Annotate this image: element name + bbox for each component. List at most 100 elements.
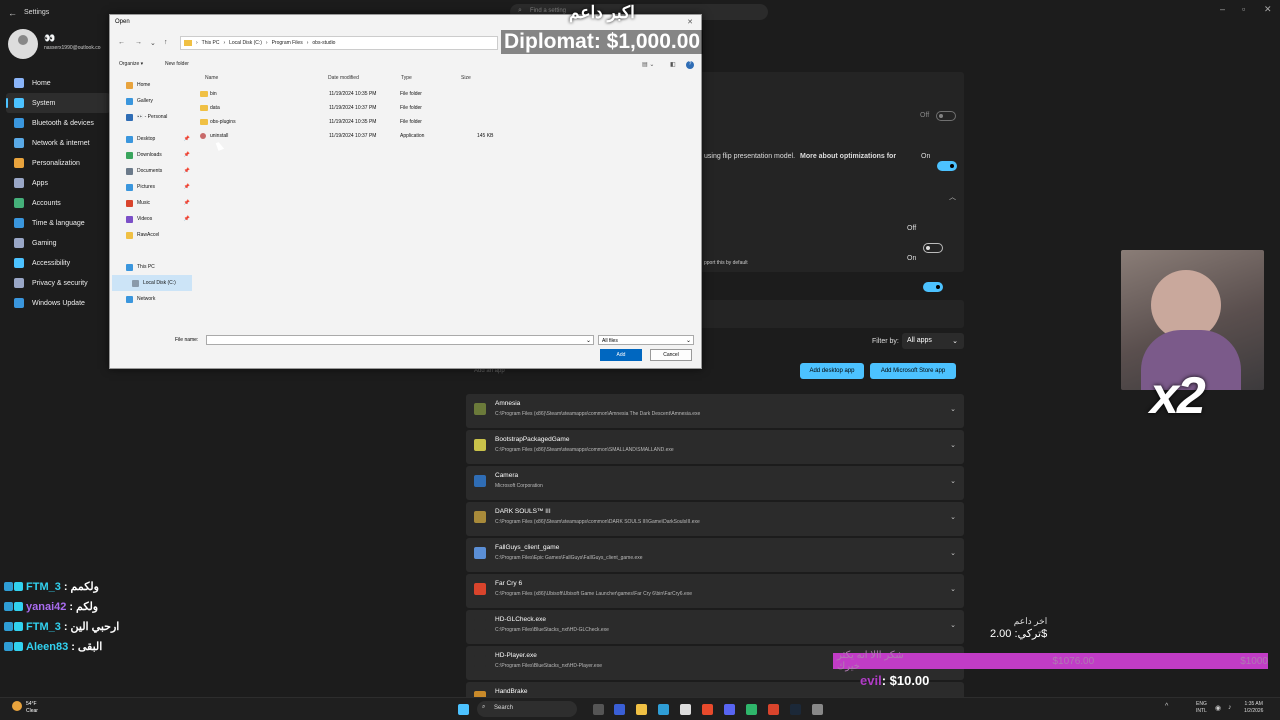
recent-chevron-icon[interactable]: ⌄ xyxy=(150,39,156,47)
app-row[interactable]: BootstrapPackagedGame C:\Program Files (x… xyxy=(466,430,964,464)
tree-item[interactable]: 👀 - Personal xyxy=(112,109,192,125)
pin-icon[interactable]: 📌 xyxy=(184,168,190,174)
app-row[interactable]: HD-GLCheck.exe C:\Program Files\BlueStack… xyxy=(466,610,964,644)
chevron-down-icon[interactable]: ⌄ xyxy=(950,549,956,557)
sidebar-item-accessibility[interactable]: Accessibility xyxy=(6,253,110,273)
sidebar-item-home[interactable]: Home xyxy=(6,73,110,93)
copilot-icon[interactable] xyxy=(614,704,625,715)
dialog-close-icon[interactable]: ✕ xyxy=(687,18,693,26)
language-indicator[interactable]: ENG INTL xyxy=(1196,701,1207,715)
tree-item[interactable]: RawAccel xyxy=(112,227,192,243)
toggle-3[interactable] xyxy=(923,243,943,253)
file-row[interactable]: data 11/19/2024 10:37 PM File folder xyxy=(200,101,510,115)
pin-icon[interactable]: 📌 xyxy=(184,200,190,206)
tree-item[interactable]: Music 📌 xyxy=(112,195,192,211)
tree-item[interactable]: Videos 📌 xyxy=(112,211,192,227)
toggle-4[interactable] xyxy=(923,282,943,292)
flip-link[interactable]: More about optimizations for xyxy=(800,153,896,160)
breadcrumb-obs-studio[interactable]: obs-studio xyxy=(312,40,335,46)
avatar[interactable] xyxy=(8,29,38,59)
chevron-down-icon[interactable]: ⌄ xyxy=(950,441,956,449)
app-icon[interactable] xyxy=(746,704,757,715)
new-folder-button[interactable]: New folder xyxy=(165,61,189,67)
file-row[interactable]: obs-plugins 11/19/2024 10:35 PM File folde… xyxy=(200,115,510,129)
weather-widget[interactable]: 54°F Clear xyxy=(26,701,38,715)
sidebar-item-apps[interactable]: Apps xyxy=(6,173,110,193)
chevron-down-icon[interactable]: ⌄ xyxy=(950,513,956,521)
app-row[interactable]: FallGuys_client_game C:\Program Files\Epi… xyxy=(466,538,964,572)
add-button[interactable]: Add xyxy=(600,349,642,361)
task-view-icon[interactable] xyxy=(593,704,604,715)
store-icon[interactable] xyxy=(680,704,691,715)
tree-item[interactable]: Network xyxy=(112,291,192,307)
sidebar-item-gaming[interactable]: Gaming xyxy=(6,233,110,253)
add-desktop-app-button[interactable]: Add desktop app xyxy=(800,363,864,379)
chrome-icon[interactable] xyxy=(768,704,779,715)
file-name-input[interactable]: ⌄ xyxy=(206,335,594,345)
sidebar-item-privacy-security[interactable]: Privacy & security xyxy=(6,273,110,293)
pin-icon[interactable]: 📌 xyxy=(184,152,190,158)
sidebar-item-time-language[interactable]: Time & language xyxy=(6,213,110,233)
up-icon[interactable]: ↑ xyxy=(164,39,168,46)
file-type-select[interactable]: All files ⌄ xyxy=(598,335,694,345)
toggle-2[interactable] xyxy=(937,161,957,171)
forward-icon[interactable]: → xyxy=(135,39,142,46)
app-row[interactable]: DARK SOULS™ III C:\Program Files (x86)\St… xyxy=(466,502,964,536)
col-name[interactable]: Name xyxy=(205,75,218,81)
minimize-icon[interactable]: – xyxy=(1220,4,1225,14)
close-icon[interactable]: ✕ xyxy=(1264,4,1272,15)
back-arrow-icon[interactable]: ← xyxy=(8,8,17,18)
pin-icon[interactable]: 📌 xyxy=(184,216,190,222)
chevron-down-icon[interactable]: ⌄ xyxy=(586,337,591,344)
back-icon[interactable]: ← xyxy=(118,39,125,46)
pin-icon[interactable]: 📌 xyxy=(184,136,190,142)
col-date[interactable]: Date modified xyxy=(328,75,359,81)
preview-pane-icon[interactable]: ◧ xyxy=(670,61,676,68)
app-row[interactable]: Camera Microsoft Corporation ⌄ xyxy=(466,466,964,500)
col-type[interactable]: Type xyxy=(401,75,412,81)
start-icon[interactable] xyxy=(458,704,469,715)
chevron-down-icon[interactable]: ⌄ xyxy=(950,405,956,413)
file-row[interactable]: uninstall 11/19/2024 10:37 PM Application 1… xyxy=(200,129,510,143)
brave-icon[interactable] xyxy=(702,704,713,715)
clock[interactable]: 1:35 AM 1/2/2026 xyxy=(1244,701,1263,715)
network-icon[interactable]: ◉ xyxy=(1215,704,1221,712)
sidebar-item-system[interactable]: System xyxy=(6,93,110,113)
help-icon[interactable]: ? xyxy=(686,61,694,69)
tree-item[interactable]: Home xyxy=(112,77,192,93)
sidebar-item-personalization[interactable]: Personalization xyxy=(6,153,110,173)
breadcrumb-this-pc[interactable]: This PC xyxy=(202,40,220,46)
tree-item[interactable]: Gallery xyxy=(112,93,192,109)
tree-item[interactable]: Documents 📌 xyxy=(112,163,192,179)
file-row[interactable]: bin 11/19/2024 10:35 PM File folder xyxy=(200,87,510,101)
taskbar-search[interactable]: ⌕ Search xyxy=(477,701,577,717)
file-explorer-icon[interactable] xyxy=(636,704,647,715)
weather-icon[interactable] xyxy=(12,701,22,711)
chevron-up-icon[interactable]: ︿ xyxy=(949,192,956,202)
tray-chevron-icon[interactable]: ^ xyxy=(1165,703,1168,710)
add-store-app-button[interactable]: Add Microsoft Store app xyxy=(870,363,956,379)
steam-icon[interactable] xyxy=(790,704,801,715)
sidebar-item-network-internet[interactable]: Network & internet xyxy=(6,133,110,153)
sidebar-item-bluetooth-devices[interactable]: Bluetooth & devices xyxy=(6,113,110,133)
tree-item[interactable]: This PC xyxy=(112,259,192,275)
discord-icon[interactable] xyxy=(724,704,735,715)
chevron-down-icon[interactable]: ⌄ xyxy=(950,621,956,629)
tree-item[interactable]: Local Disk (C:) xyxy=(112,275,192,291)
sidebar-item-windows-update[interactable]: Windows Update xyxy=(6,293,110,313)
volume-icon[interactable]: ♪ xyxy=(1228,704,1232,711)
chevron-down-icon[interactable]: ⌄ xyxy=(950,477,956,485)
cancel-button[interactable]: Cancel xyxy=(650,349,692,361)
settings-icon[interactable] xyxy=(812,704,823,715)
organize-button[interactable]: Organize ▾ xyxy=(119,61,143,67)
breadcrumb-program-files[interactable]: Program Files xyxy=(272,40,303,46)
address-bar[interactable]: › This PC › Local Disk (C:) › Program File… xyxy=(180,36,498,50)
chevron-down-icon[interactable]: ⌄ xyxy=(950,585,956,593)
app-row[interactable]: Far Cry 6 C:\Program Files (x86)\Ubisoft\… xyxy=(466,574,964,608)
view-options-icon[interactable]: ▤ ⌄ xyxy=(642,61,654,68)
breadcrumb-local-disk[interactable]: Local Disk (C:) xyxy=(229,40,262,46)
tree-item[interactable]: Desktop 📌 xyxy=(112,131,192,147)
tree-item[interactable]: Pictures 📌 xyxy=(112,179,192,195)
pin-icon[interactable]: 📌 xyxy=(184,184,190,190)
edge-icon[interactable] xyxy=(658,704,669,715)
